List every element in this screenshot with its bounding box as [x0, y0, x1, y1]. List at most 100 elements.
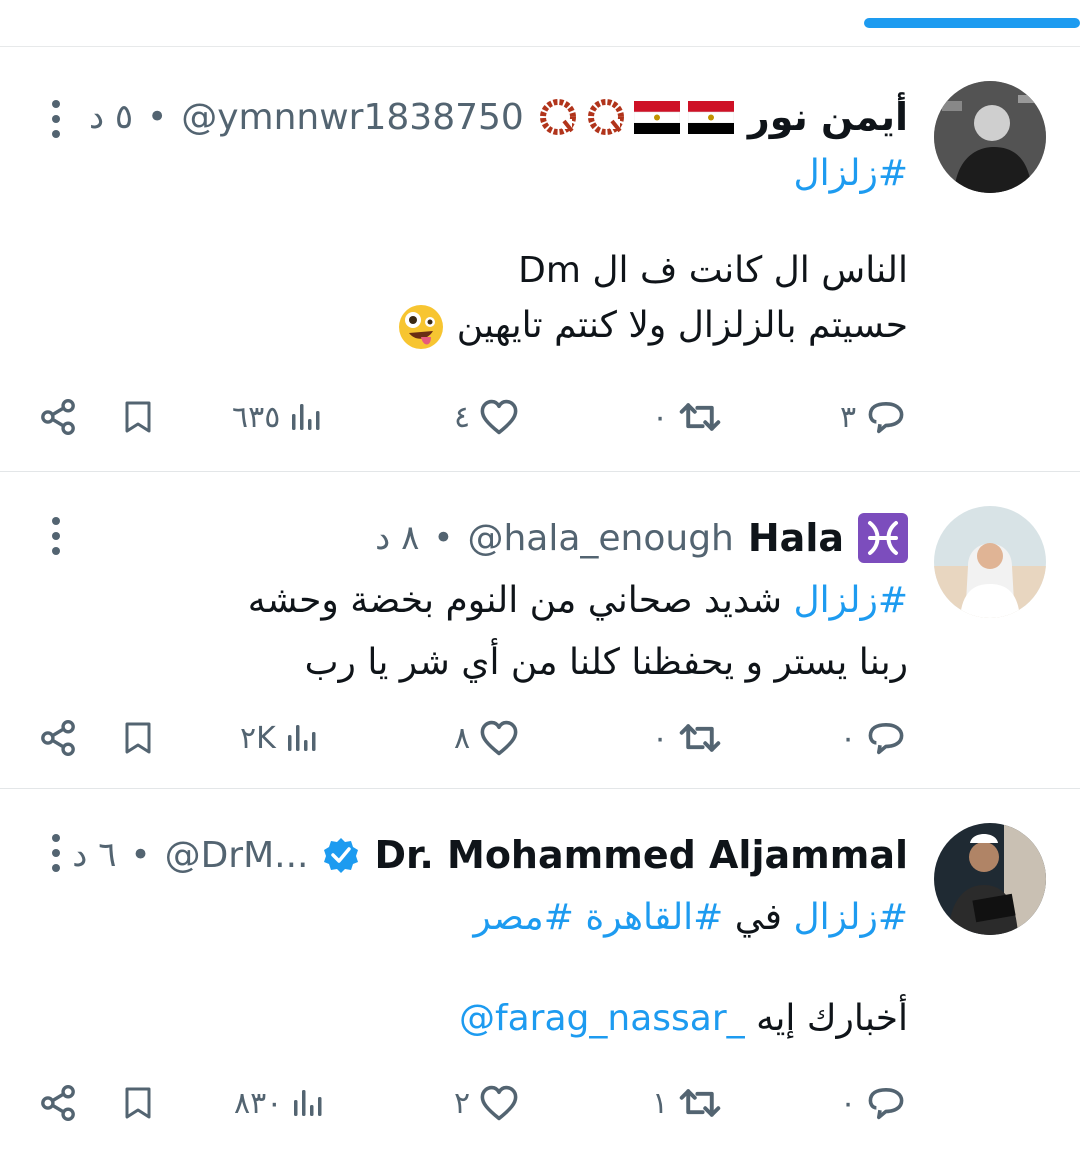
bookmark-button[interactable] [122, 1073, 154, 1133]
prayer-beads-icon [538, 97, 578, 137]
avatar[interactable] [934, 823, 1046, 935]
more-icon[interactable] [44, 833, 68, 873]
tweet-text: #زلزال في #القاهرة #مصر أخبارك إيه @fara… [128, 887, 908, 1045]
like-count: ٨ [454, 720, 471, 756]
display-name[interactable]: أيمن نور [748, 95, 908, 139]
like-button[interactable]: ٨ [454, 708, 518, 768]
retweet-button[interactable]: ٠ [652, 708, 722, 768]
tweet-text: #زلزال شديد صحاني من النوم بخضة وحشه ربن… [128, 570, 908, 694]
bookmark-icon [125, 1087, 151, 1119]
like-icon [480, 1085, 518, 1121]
timestamp[interactable]: ٨ د [375, 518, 419, 558]
tweet-header: أيمن نور @ymnnwr1838750 • ٥ د [89, 87, 908, 147]
views-icon [287, 725, 316, 751]
share-icon [41, 720, 75, 756]
handle[interactable]: @hala_enough [467, 518, 733, 559]
display-name[interactable]: Hala [748, 516, 844, 560]
mention-link[interactable]: @farag_nassar_ [459, 998, 745, 1039]
views-button[interactable]: ٢K [240, 708, 318, 768]
tweet-card[interactable]: Hala @hala_enough • ٨ د #زلزال شديد صحان… [0, 472, 1080, 789]
tweet-actions: ٨٣٠ ٢ ١ ٠ [0, 1073, 1080, 1133]
tweet-word: في [723, 897, 794, 938]
share-button[interactable] [40, 387, 76, 447]
handle[interactable]: @ymnnwr1838750 [181, 97, 524, 138]
bookmark-button[interactable] [122, 708, 154, 768]
hashtag-link[interactable]: #زلزال [793, 580, 908, 621]
reply-button[interactable]: ٠ [840, 708, 906, 768]
reply-count: ٠ [840, 720, 857, 756]
separator-dot: • [130, 835, 151, 875]
more-icon[interactable] [44, 99, 68, 139]
share-button[interactable] [40, 708, 76, 768]
separator-dot: • [433, 518, 454, 558]
tweet-header: Hala @hala_enough • ٨ د [375, 508, 908, 568]
retweet-count: ٠ [652, 399, 669, 435]
retweet-icon [679, 1089, 721, 1117]
views-count: ٦٣٥ [232, 399, 281, 435]
tweet-text: #زلزال الناس ال كانت ف ال Dm حسيتم بالزل… [128, 143, 908, 355]
name-emojis [538, 97, 734, 137]
views-button[interactable]: ٦٣٥ [232, 387, 322, 447]
tweet-line: ربنا يستر و يحفظنا كلنا من أي شر يا رب [304, 642, 908, 683]
views-button[interactable]: ٨٣٠ [234, 1073, 324, 1133]
reply-button[interactable]: ٣ [840, 387, 906, 447]
reply-icon [868, 401, 904, 434]
active-tab-indicator [864, 18, 1080, 28]
like-icon [480, 399, 518, 435]
views-count: ٢K [240, 720, 276, 756]
retweet-count: ١ [652, 1085, 669, 1121]
hashtag-link[interactable]: #القاهرة [585, 897, 723, 938]
display-name[interactable]: Dr. Mohammed Aljammal [374, 833, 908, 877]
share-icon [41, 399, 75, 435]
tweet-card[interactable]: أيمن نور @ymnnwr1838750 • ٥ د #زلزال الن… [0, 47, 1080, 472]
flag-egypt-icon [687, 100, 734, 134]
handle[interactable]: @DrM... [165, 835, 309, 876]
tweet-card[interactable]: Dr. Mohammed Aljammal @DrM... • ٦ د #زلز… [0, 789, 1080, 1152]
like-button[interactable]: ٤ [454, 387, 518, 447]
flag-egypt-icon [633, 100, 680, 134]
tweet-actions: ٢K ٨ ٠ ٠ [0, 708, 1080, 768]
share-icon [41, 1085, 75, 1121]
views-count: ٨٣٠ [234, 1085, 283, 1121]
views-icon [292, 404, 320, 430]
retweet-button[interactable]: ١ [652, 1073, 722, 1133]
share-button[interactable] [40, 1073, 76, 1133]
reply-button[interactable]: ٠ [840, 1073, 906, 1133]
retweet-count: ٠ [652, 720, 669, 756]
tweet-line: الناس ال كانت ف ال Dm [518, 250, 908, 291]
timestamp[interactable]: ٦ د [72, 835, 116, 875]
avatar[interactable] [934, 81, 1046, 193]
verified-icon [324, 838, 359, 873]
like-button[interactable]: ٢ [454, 1073, 518, 1133]
avatar[interactable] [934, 506, 1046, 618]
reply-icon [868, 722, 904, 755]
reply-icon [868, 1088, 904, 1120]
timestamp[interactable]: ٥ د [89, 97, 133, 137]
pisces-icon [858, 513, 908, 563]
retweet-icon [679, 403, 721, 431]
bookmark-button[interactable] [122, 387, 154, 447]
tweet-header: Dr. Mohammed Aljammal @DrM... • ٦ د [72, 825, 908, 885]
prayer-beads-icon [586, 97, 626, 137]
bookmark-icon [125, 401, 151, 433]
separator-dot: • [147, 97, 168, 137]
top-tab-bar [0, 0, 1080, 47]
tweet-line: أخبارك إيه [744, 998, 908, 1039]
like-count: ٢ [454, 1085, 471, 1121]
tweet-line: شديد صحاني من النوم بخضة وحشه [247, 580, 794, 621]
hashtag-link[interactable]: #زلزال [793, 897, 908, 938]
retweet-button[interactable]: ٠ [652, 387, 722, 447]
views-icon [294, 1090, 322, 1116]
bookmark-icon [125, 722, 151, 754]
hashtag-link[interactable]: #زلزال [793, 153, 908, 194]
retweet-icon [679, 724, 721, 752]
tweet-line: حسيتم بالزلزال ولا كنتم تايهين [456, 305, 908, 346]
tweet-actions: ٦٣٥ ٤ ٠ ٣ [0, 387, 1080, 447]
more-icon[interactable] [44, 516, 68, 556]
like-count: ٤ [454, 399, 471, 435]
hashtag-link[interactable]: #مصر [473, 897, 574, 938]
zany-face-icon [399, 305, 444, 349]
reply-count: ٣ [840, 399, 857, 435]
like-icon [480, 720, 518, 756]
reply-count: ٠ [840, 1085, 857, 1121]
